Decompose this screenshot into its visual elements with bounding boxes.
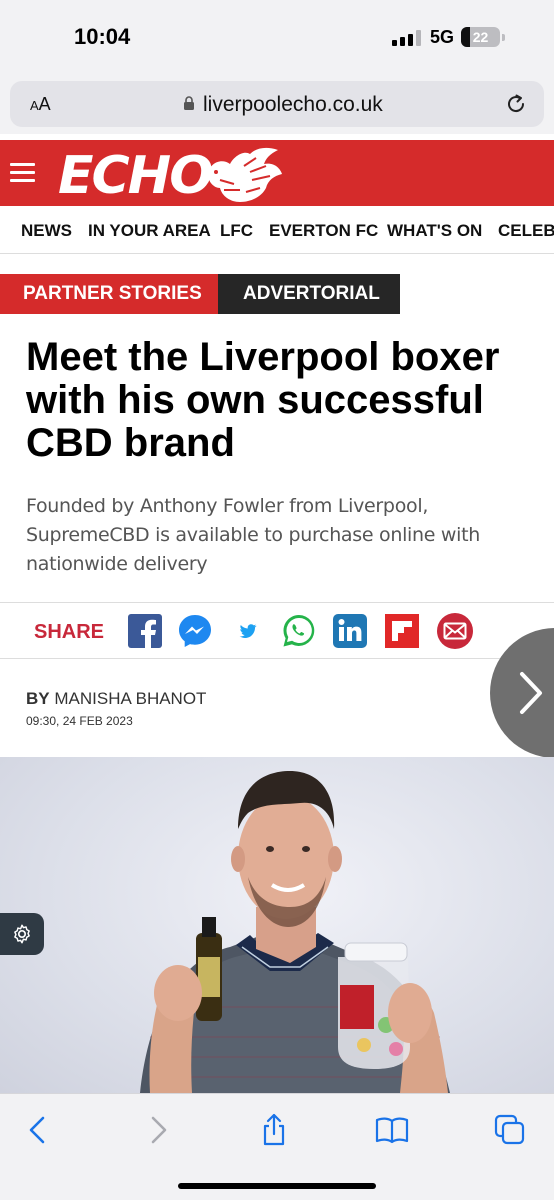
bookmarks-icon[interactable] (374, 1112, 410, 1148)
nav-item-lfc[interactable]: LFC (220, 221, 253, 241)
liver-bird-logo-icon (208, 147, 282, 202)
lock-icon (184, 96, 194, 110)
browser-page: { "status_bar": { "time": "10:04", "netw… (0, 0, 554, 1200)
reload-icon[interactable] (504, 92, 528, 116)
nav-item-whats-on[interactable]: WHAT'S ON (387, 221, 482, 241)
battery-icon: 22 (461, 27, 505, 47)
browser-address-area: AA liverpoolecho.co.uk (0, 72, 554, 134)
gear-icon (14, 924, 30, 944)
facebook-icon[interactable] (127, 613, 163, 649)
nav-item-everton-fc[interactable]: EVERTON FC (269, 221, 378, 241)
share-bar: SHARE (0, 602, 554, 659)
messenger-icon[interactable] (177, 613, 213, 649)
section-nav: NEWS IN YOUR AREA LFC EVERTON FC WHAT'S … (0, 206, 554, 254)
whatsapp-icon[interactable] (281, 613, 317, 649)
share-label: SHARE (34, 621, 105, 643)
article-hero-image[interactable] (0, 757, 554, 1093)
address-bar[interactable]: AA liverpoolecho.co.uk (10, 81, 544, 127)
email-icon[interactable] (436, 612, 474, 650)
home-indicator (178, 1183, 376, 1189)
photo-illustration (140, 771, 450, 1093)
article-headline: Meet the Liverpool boxer with his own su… (26, 335, 500, 465)
article-standfirst: Founded by Anthony Fowler from Liverpool… (26, 495, 481, 575)
share-icon[interactable] (256, 1112, 292, 1148)
chevron-right-icon (520, 672, 542, 714)
status-bar: 10:04 5G 22 (0, 0, 554, 72)
battery-percent: 22 (472, 29, 489, 45)
cellular-signal-icon (392, 30, 422, 46)
back-icon[interactable] (20, 1112, 56, 1148)
publish-timestamp: 09:30, 24 FEB 2023 (26, 714, 133, 728)
byline: BY MANISHA BHANOT (26, 689, 206, 709)
linkedin-icon[interactable] (332, 613, 368, 649)
url-text[interactable]: liverpoolecho.co.uk (203, 93, 383, 117)
network-type: 5G (430, 27, 455, 47)
menu-icon[interactable] (10, 163, 35, 183)
text-size-small: A (30, 98, 39, 113)
status-time: 10:04 (74, 24, 131, 49)
settings-tab[interactable] (0, 913, 44, 955)
byline-prefix: BY (26, 689, 50, 708)
nav-item-celebs[interactable]: CELEBS (498, 221, 554, 241)
forward-icon[interactable] (140, 1112, 176, 1148)
text-size-button[interactable]: AA (30, 94, 51, 115)
site-logo[interactable]: ECHO (58, 146, 213, 206)
site-header: ECHO (0, 140, 554, 206)
partner-stories-tag[interactable]: PARTNER STORIES (0, 274, 218, 314)
tabs-icon[interactable] (492, 1112, 528, 1148)
twitter-icon[interactable] (238, 621, 258, 641)
battery-fill (461, 27, 470, 47)
flipboard-icon[interactable] (384, 613, 420, 649)
author-name[interactable]: MANISHA BHANOT (54, 689, 206, 708)
text-size-large: A (38, 94, 51, 114)
advertorial-tag: ADVERTORIAL (218, 274, 400, 314)
nav-item-news[interactable]: NEWS (21, 221, 72, 241)
nav-item-in-your-area[interactable]: IN YOUR AREA (88, 221, 211, 241)
